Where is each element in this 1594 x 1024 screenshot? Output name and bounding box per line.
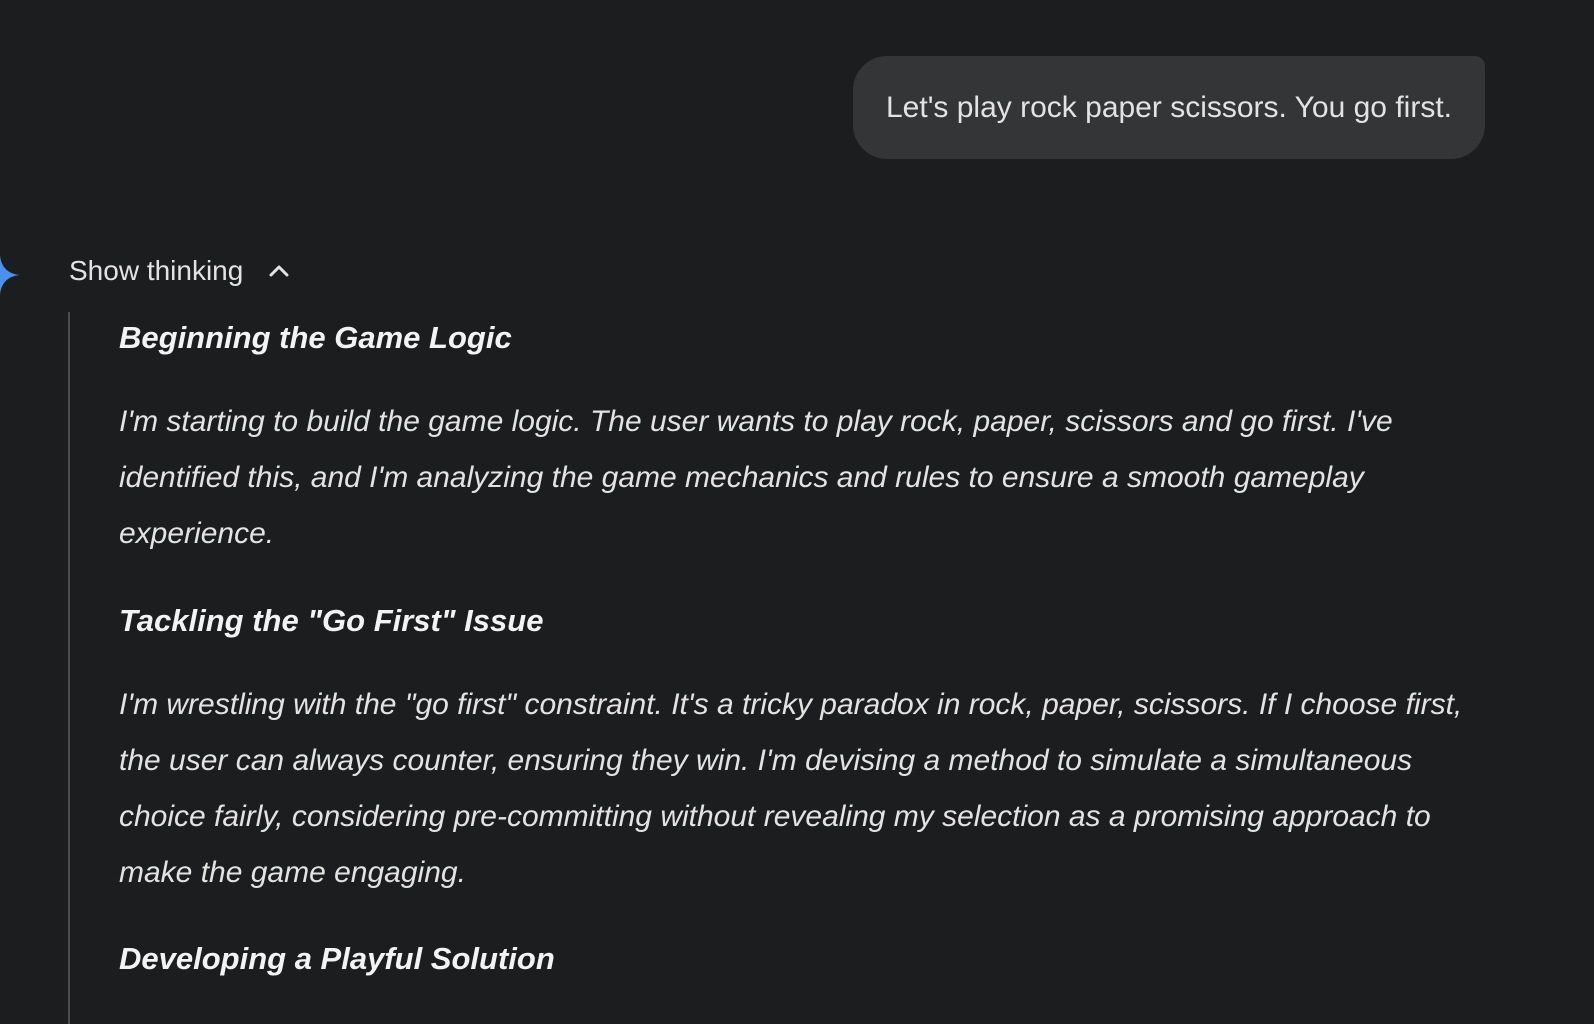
thinking-rail — [68, 312, 70, 1024]
user-message-bubble: Let's play rock paper scissors. You go f… — [852, 56, 1485, 159]
thought-heading: Developing a Playful Solution — [119, 941, 555, 976]
thought-heading: Beginning the Game Logic — [119, 320, 512, 355]
thought-paragraph: I'm wrestling with the "go first" constr… — [119, 688, 1463, 889]
spark-icon — [0, 255, 20, 295]
show-thinking-toggle[interactable]: Show thinking — [69, 251, 293, 291]
user-message-text: Let's play rock paper scissors. You go f… — [885, 90, 1452, 124]
thought-paragraph: I'm starting to build the game logic. Th… — [119, 405, 1393, 550]
show-thinking-label: Show thinking — [69, 255, 244, 286]
chevron-up-icon[interactable] — [265, 257, 293, 285]
thought-heading: Tackling the "Go First" Issue — [119, 603, 544, 638]
